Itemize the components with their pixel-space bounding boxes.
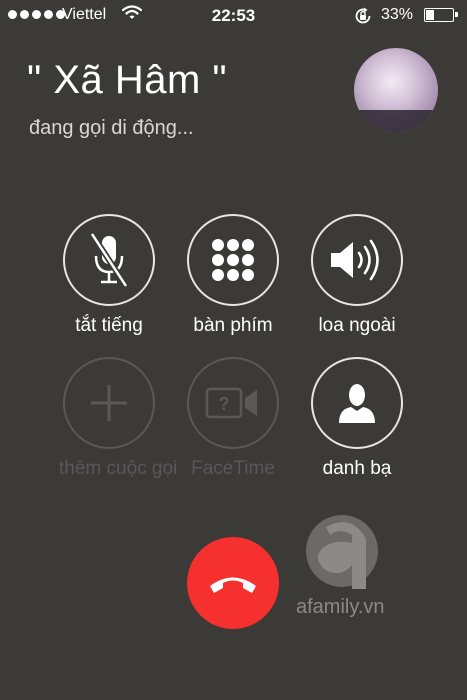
contacts-button[interactable]: danh bạ bbox=[307, 357, 407, 480]
end-call-button[interactable] bbox=[187, 537, 279, 629]
svg-text:?: ? bbox=[219, 394, 230, 414]
keypad-label: bàn phím bbox=[193, 315, 273, 336]
caller-name: " Xã Hâm " bbox=[27, 58, 228, 102]
contacts-label: danh bạ bbox=[322, 458, 392, 479]
mute-button[interactable]: tắt tiếng bbox=[59, 214, 159, 337]
mute-microphone-icon bbox=[89, 232, 129, 288]
speaker-button[interactable]: loa ngoài bbox=[307, 214, 407, 337]
call-status: đang gọi di động... bbox=[29, 117, 194, 139]
facetime-icon: ? bbox=[205, 387, 257, 419]
speaker-label: loa ngoài bbox=[318, 315, 396, 336]
facetime-label: FaceTime bbox=[191, 458, 275, 479]
add-call-label: thêm cuộc gọi bbox=[59, 458, 178, 479]
keypad-icon bbox=[212, 239, 254, 281]
rotation-lock-icon bbox=[353, 6, 373, 31]
caller-avatar bbox=[354, 48, 438, 132]
mute-label: tắt tiếng bbox=[75, 315, 143, 336]
status-bar: Viettel 22:53 33% bbox=[0, 0, 467, 32]
battery-icon bbox=[424, 8, 458, 22]
end-call-icon bbox=[210, 577, 256, 593]
facetime-button[interactable]: ? FaceTime bbox=[183, 357, 283, 480]
plus-icon bbox=[91, 385, 127, 421]
keypad-button[interactable]: bàn phím bbox=[183, 214, 283, 337]
afamily-logo bbox=[296, 505, 386, 605]
contacts-icon bbox=[339, 384, 375, 423]
add-call-button[interactable]: thêm cuộc gọi bbox=[59, 357, 178, 480]
speaker-icon bbox=[331, 239, 379, 281]
watermark-text: afamily.vn bbox=[296, 596, 385, 618]
battery-percentage: 33% bbox=[381, 6, 414, 23]
